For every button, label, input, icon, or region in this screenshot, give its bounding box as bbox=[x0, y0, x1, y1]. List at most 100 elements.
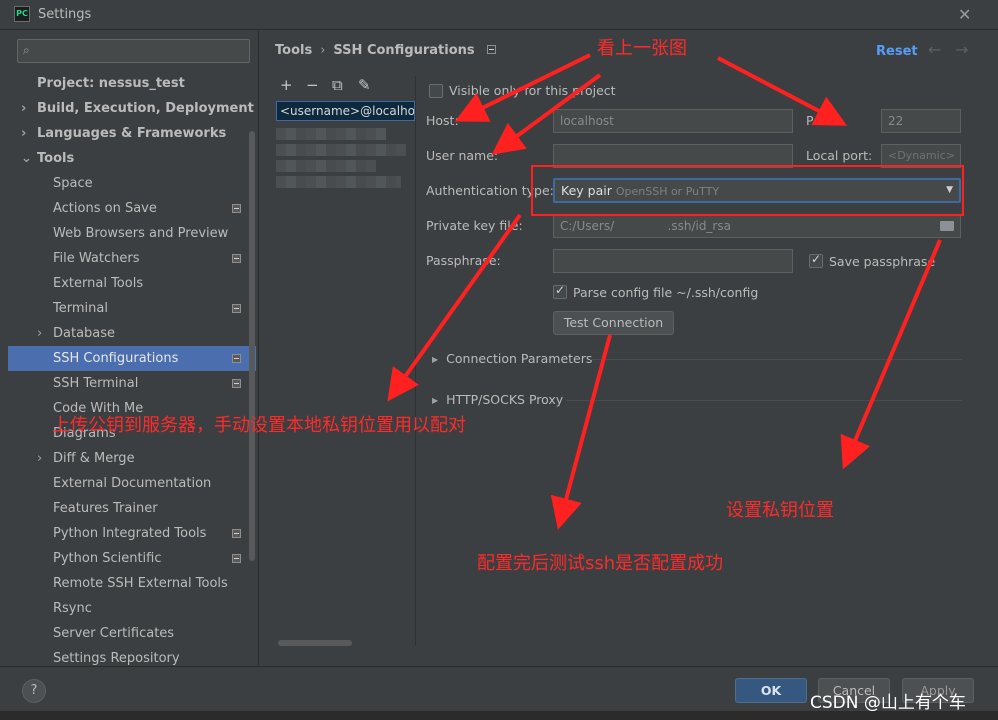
sidebar-item-label: Build, Execution, Deployment bbox=[37, 101, 254, 116]
sidebar-item[interactable]: File Watchers bbox=[8, 246, 256, 271]
parse-config-checkbox[interactable] bbox=[553, 283, 567, 299]
host-input[interactable]: localhost bbox=[553, 109, 793, 133]
port-label: Port: bbox=[806, 113, 835, 128]
breadcrumb-parent[interactable]: Tools bbox=[275, 43, 312, 58]
reset-link[interactable]: Reset bbox=[876, 44, 918, 59]
sidebar-item[interactable]: Web Browsers and Preview bbox=[8, 221, 256, 246]
ssh-config-list: <username>@localhost bbox=[270, 98, 415, 648]
expand-arrow-icon[interactable]: › bbox=[37, 446, 42, 471]
passphrase-input[interactable] bbox=[553, 249, 793, 273]
project-scope-icon bbox=[232, 304, 241, 313]
local-port-label: Local port: bbox=[806, 148, 873, 163]
parse-config-label: Parse config file ~/.ssh/config bbox=[573, 285, 759, 300]
breadcrumb: Tools › SSH Configurations bbox=[275, 43, 496, 58]
copy-icon[interactable]: ⧉ bbox=[332, 76, 343, 94]
expand-arrow-icon[interactable]: › bbox=[21, 96, 26, 121]
sidebar-item[interactable]: › Languages & Frameworks bbox=[8, 121, 256, 146]
passphrase-label: Passphrase: bbox=[426, 253, 501, 268]
back-arrow-icon[interactable]: ← bbox=[928, 40, 941, 59]
sidebar-item-label: Terminal bbox=[53, 301, 108, 316]
connection-parameters-label: Connection Parameters bbox=[446, 351, 593, 366]
expand-arrow-icon[interactable]: › bbox=[37, 321, 42, 346]
private-key-input[interactable]: C:/Users/ .ssh/id_rsa bbox=[553, 214, 961, 238]
sidebar-item-label: Remote SSH External Tools bbox=[53, 576, 228, 591]
title-bar: PC Settings ✕ bbox=[0, 0, 998, 30]
sidebar-item[interactable]: Project: nessus_test bbox=[8, 71, 256, 96]
visible-only-checkbox[interactable] bbox=[429, 84, 443, 98]
annotation-top: 看上一张图 bbox=[597, 38, 687, 59]
connection-parameters-section[interactable]: ▶ Connection Parameters bbox=[432, 351, 592, 366]
sidebar-item[interactable]: Rsync bbox=[8, 596, 256, 621]
search-icon: ⌕ bbox=[23, 43, 30, 57]
remove-icon[interactable]: − bbox=[306, 76, 319, 94]
username-label: User name: bbox=[426, 148, 499, 163]
pycharm-logo-icon: PC bbox=[14, 6, 30, 22]
project-scope-icon bbox=[232, 254, 241, 263]
sidebar-item[interactable]: Terminal bbox=[8, 296, 256, 321]
settings-sidebar: ⌕ Project: nessus_test › Build, Execution,… bbox=[8, 31, 258, 666]
sidebar-item-label: File Watchers bbox=[53, 251, 140, 266]
sidebar-item[interactable]: Actions on Save bbox=[8, 196, 256, 221]
window-title: Settings bbox=[38, 7, 92, 22]
sidebar-item[interactable]: › Database bbox=[8, 321, 256, 346]
config-list-item[interactable]: <username>@localhost bbox=[276, 101, 415, 121]
annotation-private-key: 设置私钥位置 bbox=[726, 500, 834, 521]
sidebar-item[interactable]: ⌄ Tools bbox=[8, 146, 256, 171]
save-passphrase-checkbox[interactable] bbox=[809, 252, 823, 268]
sidebar-item-label: Python Scientific bbox=[53, 551, 162, 566]
project-scope-icon bbox=[232, 204, 241, 213]
sidebar-item[interactable]: External Documentation bbox=[8, 471, 256, 496]
sidebar-item-label: Space bbox=[53, 176, 93, 191]
visible-only-label: Visible only for this project bbox=[449, 83, 616, 98]
blurred-list-item bbox=[276, 144, 406, 156]
arrow-to-folder bbox=[840, 239, 942, 470]
sidebar-item[interactable]: Python Integrated Tools bbox=[8, 521, 256, 546]
sidebar-item-label: SSH Configurations bbox=[53, 351, 179, 366]
proxy-section[interactable]: ▶ HTTP/SOCKS Proxy bbox=[432, 392, 563, 407]
folder-icon[interactable] bbox=[940, 221, 954, 231]
port-input[interactable]: 22 bbox=[881, 109, 961, 133]
sidebar-item-label: Features Trainer bbox=[53, 501, 158, 516]
sidebar-item[interactable]: › Diff & Merge bbox=[8, 446, 256, 471]
sidebar-item[interactable]: SSH Configurations bbox=[8, 346, 256, 371]
sidebar-item-label: Actions on Save bbox=[53, 201, 157, 216]
sidebar-item[interactable]: Features Trainer bbox=[8, 496, 256, 521]
sidebar-item[interactable]: Server Certificates bbox=[8, 621, 256, 646]
section-separator bbox=[590, 359, 962, 360]
breadcrumb-separator: › bbox=[320, 43, 326, 58]
close-icon[interactable]: ✕ bbox=[958, 5, 971, 24]
sidebar-item[interactable]: Python Scientific bbox=[8, 546, 256, 571]
sidebar-item[interactable]: SSH Terminal bbox=[8, 371, 256, 396]
sidebar-item-label: External Tools bbox=[53, 276, 144, 291]
test-connection-button[interactable]: Test Connection bbox=[553, 311, 674, 335]
project-scope-icon bbox=[486, 45, 496, 54]
sidebar-item-label: Python Integrated Tools bbox=[53, 526, 207, 541]
panel-divider[interactable] bbox=[258, 31, 259, 665]
list-horizontal-scrollbar[interactable] bbox=[278, 640, 352, 646]
expand-arrow-icon[interactable]: › bbox=[21, 121, 26, 146]
help-button[interactable]: ? bbox=[22, 679, 46, 703]
sidebar-item-label: External Documentation bbox=[53, 476, 212, 491]
expand-arrow-icon[interactable]: ⌄ bbox=[21, 146, 32, 171]
sidebar-item-label: Web Browsers and Preview bbox=[53, 226, 229, 241]
sidebar-item[interactable]: › Build, Execution, Deployment bbox=[8, 96, 256, 121]
project-scope-icon bbox=[232, 529, 241, 538]
blurred-list-item bbox=[276, 128, 386, 140]
settings-search-input[interactable]: ⌕ bbox=[17, 39, 250, 63]
annotation-upload: 上传公钥到服务器，手动设置本地私钥位置用以配对 bbox=[52, 415, 466, 436]
sidebar-item[interactable]: Space bbox=[8, 171, 256, 196]
edit-icon[interactable]: ✎ bbox=[358, 76, 371, 94]
sidebar-item[interactable]: External Tools bbox=[8, 271, 256, 296]
forward-arrow-icon[interactable]: → bbox=[955, 40, 968, 59]
sidebar-scrollbar[interactable] bbox=[249, 131, 255, 561]
ok-button[interactable]: OK bbox=[735, 678, 807, 703]
proxy-label: HTTP/SOCKS Proxy bbox=[446, 392, 564, 407]
add-icon[interactable]: + bbox=[280, 76, 293, 94]
expand-arrow-icon: ▶ bbox=[432, 396, 439, 405]
annotation-test: 配置完后测试ssh是否配置成功 bbox=[477, 553, 724, 574]
sidebar-item-label: Rsync bbox=[53, 601, 92, 616]
save-passphrase-label: Save passphrase bbox=[829, 254, 936, 269]
sidebar-item[interactable]: Remote SSH External Tools bbox=[8, 571, 256, 596]
sidebar-item-label: Tools bbox=[37, 151, 75, 166]
project-scope-icon bbox=[232, 379, 241, 388]
